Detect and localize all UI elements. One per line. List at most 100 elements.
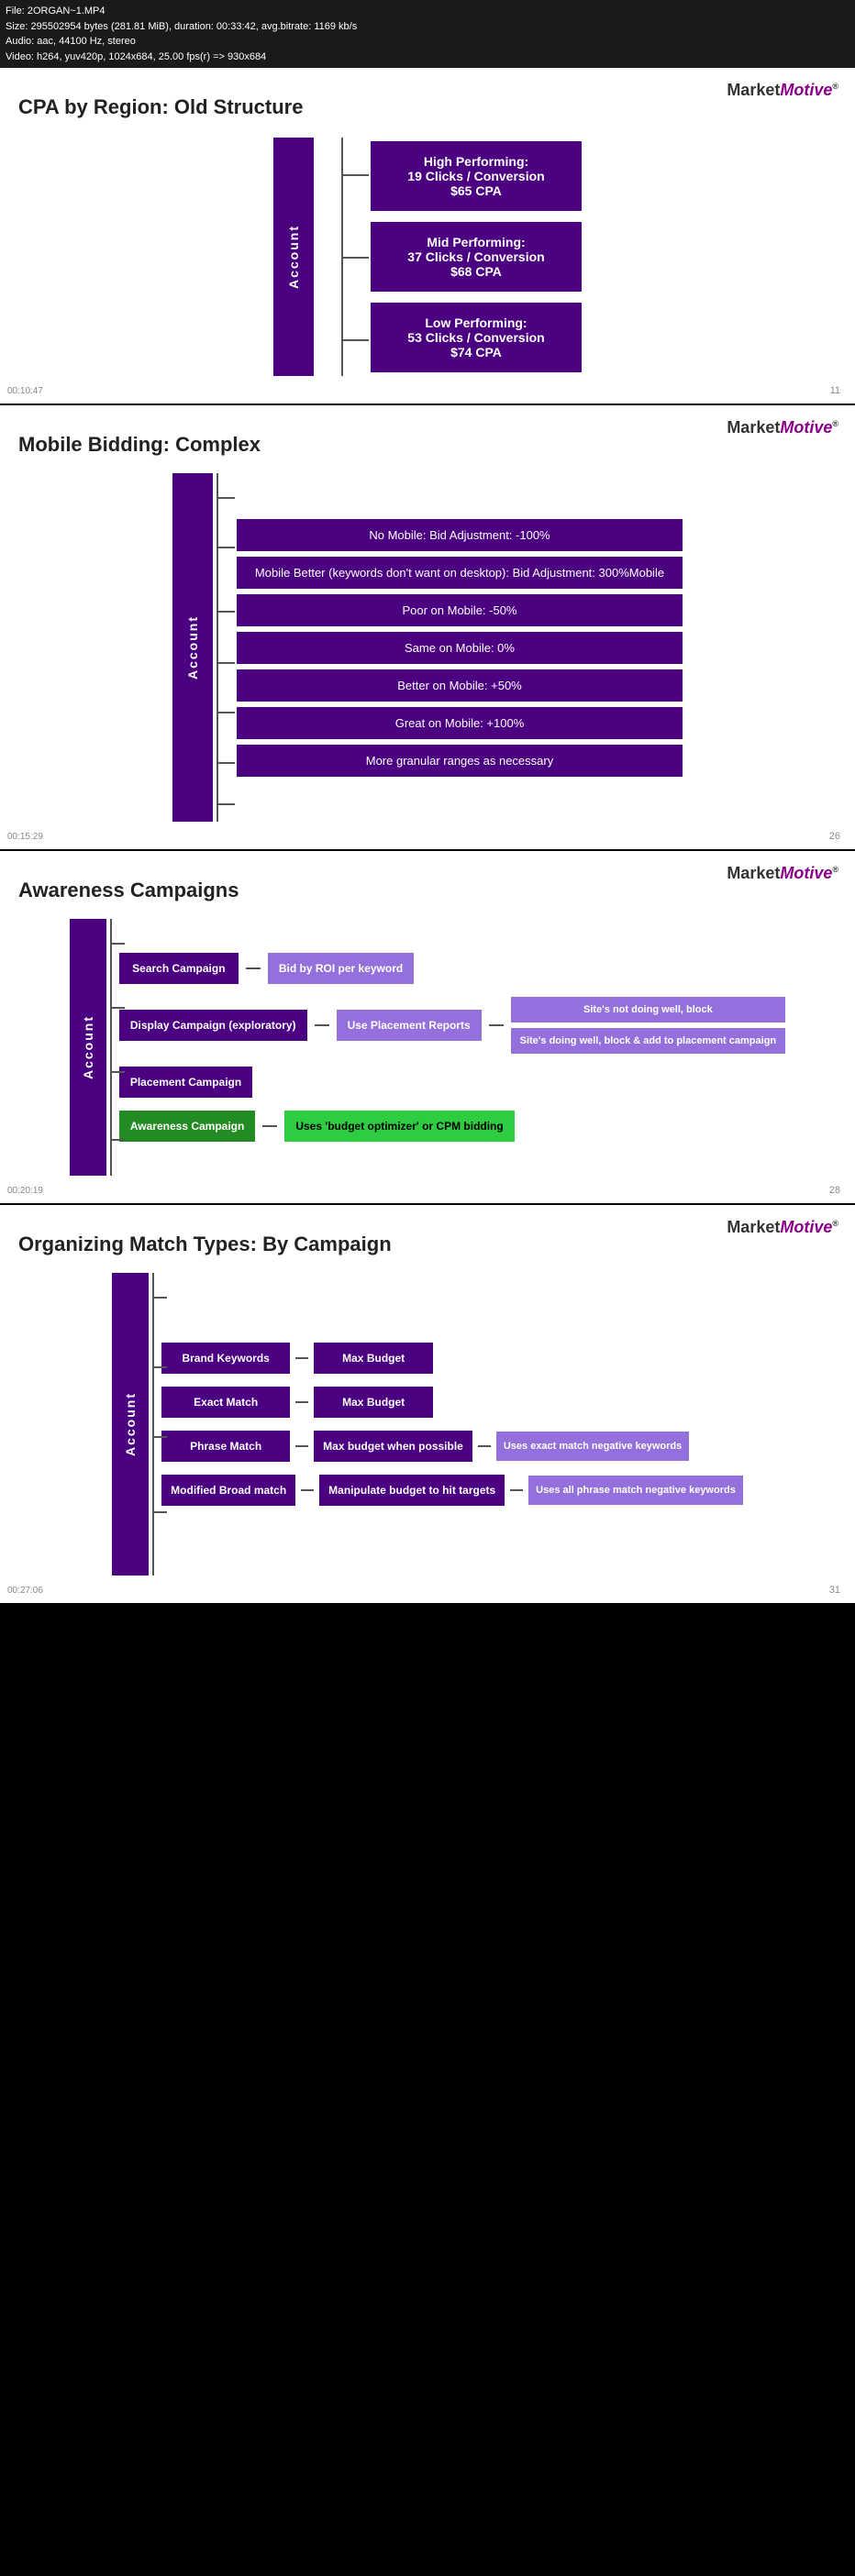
aw-left-0: Search Campaign (119, 953, 239, 984)
slide-1: MarketMotive® CPA by Region: Old Structu… (0, 68, 855, 404)
logo-market-4: Market (727, 1218, 780, 1236)
cpa-high-line2: 19 Clicks / Conversion (398, 169, 554, 183)
cpa-low-line1: Low Performing: (398, 315, 554, 330)
aw-side-0: Site's not doing well, block (511, 997, 786, 1023)
match-right-3: Manipulate budget to hit targets (319, 1475, 505, 1506)
match-diagram: Account Brand Keywords Max Budget Exact … (18, 1273, 837, 1575)
match-connector-2 (295, 1445, 308, 1447)
match-connector-0 (295, 1357, 308, 1359)
match-right-1: Max Budget (314, 1387, 433, 1418)
logo-tm-3: ® (832, 865, 838, 874)
vertical-connector-2 (217, 473, 218, 822)
row-connector-3 (262, 1125, 277, 1127)
row-connector-0 (246, 967, 261, 969)
slide3-title: Awareness Campaigns (18, 879, 837, 902)
aw-right-3: Uses 'budget optimizer' or CPM bidding (284, 1111, 514, 1142)
mobile-diagram: Account No Mobile: Bid Adjustment: -100%… (18, 473, 837, 822)
slide4-title: Organizing Match Types: By Campaign (18, 1233, 837, 1256)
match-row-2: Phrase Match Max budget when possible Us… (161, 1431, 743, 1462)
account-bar-1: Account (273, 138, 314, 376)
mobile-box-3: Same on Mobile: 0% (237, 632, 683, 664)
file-info-bar: File: 2ORGAN~1.MP4 Size: 295502954 bytes… (0, 0, 855, 68)
row-connector-1b (489, 1024, 504, 1026)
mobile-box-0: No Mobile: Bid Adjustment: -100% (237, 519, 683, 551)
slide-2: MarketMotive® Mobile Bidding: Complex Ac… (0, 405, 855, 849)
match-rows: Brand Keywords Max Budget Exact Match Ma… (161, 1343, 743, 1506)
aw-line-1 (110, 943, 125, 945)
match-row-1: Exact Match Max Budget (161, 1387, 743, 1418)
logo-motive-3: Motive (780, 864, 832, 882)
slide3-number: 28 (829, 1185, 840, 1196)
mt-line-4 (152, 1511, 167, 1513)
slide-4: MarketMotive® Organizing Match Types: By… (0, 1205, 855, 1603)
mt-line-3 (152, 1436, 167, 1438)
logo-market: Market (727, 81, 780, 99)
match-right-2: Max budget when possible (314, 1431, 472, 1462)
mt-line-2 (152, 1366, 167, 1368)
awareness-row-2: Placement Campaign (119, 1067, 785, 1098)
slide1-number: 11 (830, 385, 840, 396)
file-info-line3: Audio: aac, 44100 Hz, stereo (6, 34, 849, 50)
slide2-number: 26 (829, 831, 840, 842)
cpa-high-line1: High Performing: (398, 154, 554, 169)
vertical-connector-4 (152, 1273, 154, 1575)
h-line-2 (341, 257, 369, 259)
match-connector-3 (301, 1489, 314, 1491)
mt-line-1 (152, 1297, 167, 1299)
logo-3: MarketMotive® (727, 864, 838, 883)
aw-left-3: Awareness Campaign (119, 1111, 256, 1142)
match-left-1: Exact Match (161, 1387, 290, 1418)
match-connector-1 (295, 1401, 308, 1403)
mob-line-5 (217, 712, 235, 713)
mobile-box-2: Poor on Mobile: -50% (237, 594, 683, 626)
mobile-box-6: More granular ranges as necessary (237, 745, 683, 777)
logo-tm-2: ® (832, 419, 838, 428)
file-info-line2: Size: 295502954 bytes (281.81 MiB), dura… (6, 19, 849, 35)
aw-side-boxes-1: Site's not doing well, block Site's doin… (511, 997, 786, 1054)
match-side-3: Uses all phrase match negative keywords (528, 1476, 743, 1505)
mob-line-1 (217, 497, 235, 499)
account-bar-2: Account (172, 473, 213, 822)
logo-2: MarketMotive® (727, 418, 838, 437)
file-info-line1: File: 2ORGAN~1.MP4 (6, 4, 849, 19)
cpa-boxes: High Performing: 19 Clicks / Conversion … (371, 141, 582, 372)
cpa-high-line3: $65 CPA (398, 183, 554, 198)
logo-motive-4: Motive (780, 1218, 832, 1236)
awareness-row-3: Awareness Campaign Uses 'budget optimize… (119, 1111, 785, 1142)
match-row-3: Modified Broad match Manipulate budget t… (161, 1475, 743, 1506)
match-right-0: Max Budget (314, 1343, 433, 1374)
slide1-timestamp: 00:10:47 (7, 386, 43, 396)
awareness-row-1: Display Campaign (exploratory) Use Place… (119, 997, 785, 1054)
awareness-diagram: Account Search Campaign Bid by ROI per k… (18, 919, 837, 1176)
mob-line-7 (217, 803, 235, 805)
awareness-rows: Search Campaign Bid by ROI per keyword D… (119, 953, 785, 1142)
logo-market-2: Market (727, 418, 780, 437)
slide3-timestamp: 00:20:19 (7, 1186, 43, 1196)
cpa-mid-line3: $68 CPA (398, 264, 554, 279)
aw-line-4 (110, 1139, 125, 1141)
aw-line-3 (110, 1071, 125, 1073)
aw-line-2 (110, 1007, 125, 1009)
aw-right-1: Use Placement Reports (337, 1010, 482, 1041)
h-line-1 (341, 174, 369, 176)
cpa-box-mid: Mid Performing: 37 Clicks / Conversion $… (371, 222, 582, 292)
h-line-3 (341, 339, 369, 341)
mob-line-2 (217, 547, 235, 548)
logo-market-3: Market (727, 864, 780, 882)
mobile-box-5: Great on Mobile: +100% (237, 707, 683, 739)
aw-right-0: Bid by ROI per keyword (268, 953, 414, 984)
slide-3: MarketMotive® Awareness Campaigns Accoun… (0, 851, 855, 1203)
match-left-3: Modified Broad match (161, 1475, 295, 1506)
mobile-box-1: Mobile Better (keywords don't want on de… (237, 557, 683, 589)
row-connector-1 (315, 1024, 329, 1026)
logo-4: MarketMotive® (727, 1218, 838, 1237)
cpa-low-line3: $74 CPA (398, 345, 554, 359)
slide2-title: Mobile Bidding: Complex (18, 433, 837, 457)
slide4-timestamp: 00:27:06 (7, 1586, 43, 1596)
match-left-2: Phrase Match (161, 1431, 290, 1462)
match-left-0: Brand Keywords (161, 1343, 290, 1374)
cpa-mid-line1: Mid Performing: (398, 235, 554, 249)
cpa-diagram: Account High Performing: 19 Clicks / Con… (18, 138, 837, 376)
slide1-title: CPA by Region: Old Structure (18, 95, 837, 119)
slide4-number: 31 (829, 1585, 840, 1596)
